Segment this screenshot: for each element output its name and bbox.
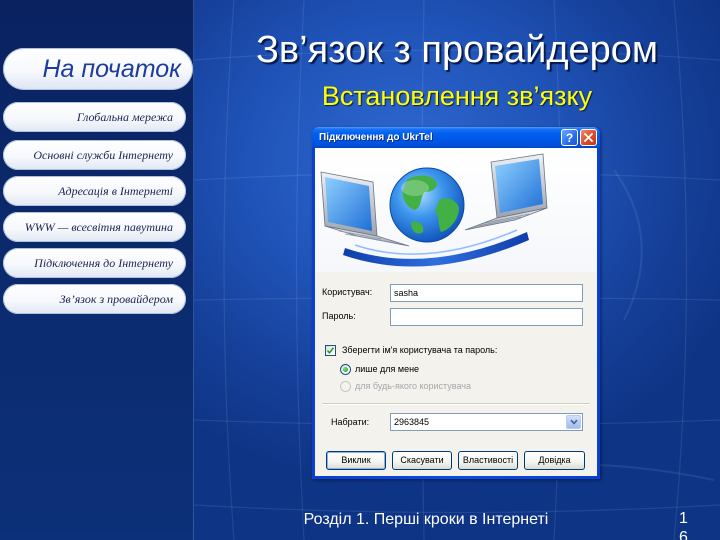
radio-any-user[interactable] [340,381,351,392]
username-label: Користувач: [322,287,373,297]
nav-item-connection[interactable]: Підключення до Інтернету [3,248,186,278]
slide: На початок Глобальна мережа Основні служ… [0,0,720,540]
password-input[interactable] [390,308,583,326]
nav-item-addressing[interactable]: Адресація в Інтернеті [3,176,186,206]
help-icon: ? [565,130,574,145]
save-credentials-label: Зберегти ім'я користувача та пароль: [342,345,498,355]
nav-item-provider[interactable]: Зв’язок з провайдером [3,284,186,314]
nav-item-internet-services[interactable]: Основні служби Інтернету [3,140,186,170]
globe-icon [389,167,465,243]
dial-number-dropdown-button[interactable] [566,415,581,429]
nav-item-label: Основні служби Інтернету [33,148,173,162]
dialog-title: Підключення до UkrTel [319,132,433,143]
dial-label: Набрати: [331,417,370,427]
nav-item-label: Адресація в Інтернеті [58,184,173,198]
dial-number-combobox[interactable]: 2963845 [390,413,583,431]
properties-button[interactable]: Властивості [458,451,518,470]
slide-subtitle: Встановлення зв’язку [321,81,593,111]
radio-any-user-label: для будь-якого користувача [355,381,471,391]
dial-number-value: 2963845 [394,417,430,427]
slide-footer: Розділ 1. Перші кроки в Інтернеті [303,511,549,528]
nav-item-www[interactable]: WWW — всесвітня павутина [3,212,186,242]
help-button[interactable]: ? [561,129,578,146]
dialog-titlebar[interactable]: Підключення до UkrTel ? [312,127,600,148]
dialog-separator [322,403,590,405]
dialup-dialog: Підключення до UkrTel ? Користувач: sash… [312,127,600,479]
laptop-right-icon [464,153,548,231]
checkmark-icon [326,347,335,355]
nav-item-global-network[interactable]: Глобальна мережа [3,102,186,132]
password-label: Пароль: [322,311,356,321]
nav-item-label: Глобальна мережа [76,110,173,124]
dialog-body: Користувач: Пароль: Зберегти ім'я корист… [315,148,597,476]
save-credentials-checkbox[interactable] [325,345,336,356]
close-icon [584,133,593,142]
globe-network-icon [320,153,548,267]
nav-item-label: Зв’язок з провайдером [59,292,173,306]
nav-item-label: WWW — всесвітня павутина [24,220,173,234]
radio-only-me[interactable] [340,364,351,375]
dial-button[interactable]: Виклик [326,451,386,470]
sidebar: На початок Глобальна мережа Основні служ… [0,0,194,540]
close-button[interactable] [580,129,597,146]
nav-home-label: На початок [42,55,181,83]
chevron-down-icon [569,419,578,425]
nav-item-label: Підключення до Інтернету [34,256,173,270]
username-input[interactable] [390,284,583,302]
radio-only-me-label: лише для мене [355,364,420,374]
nav-home-button[interactable]: На початок [3,48,193,90]
dialog-illustration [315,148,597,272]
page-number: 16 [679,510,688,540]
cancel-button[interactable]: Скасувати [392,451,452,470]
slide-title: Зв’язок з провайдером [255,29,659,71]
help-dialog-button[interactable]: Довідка [524,451,585,470]
